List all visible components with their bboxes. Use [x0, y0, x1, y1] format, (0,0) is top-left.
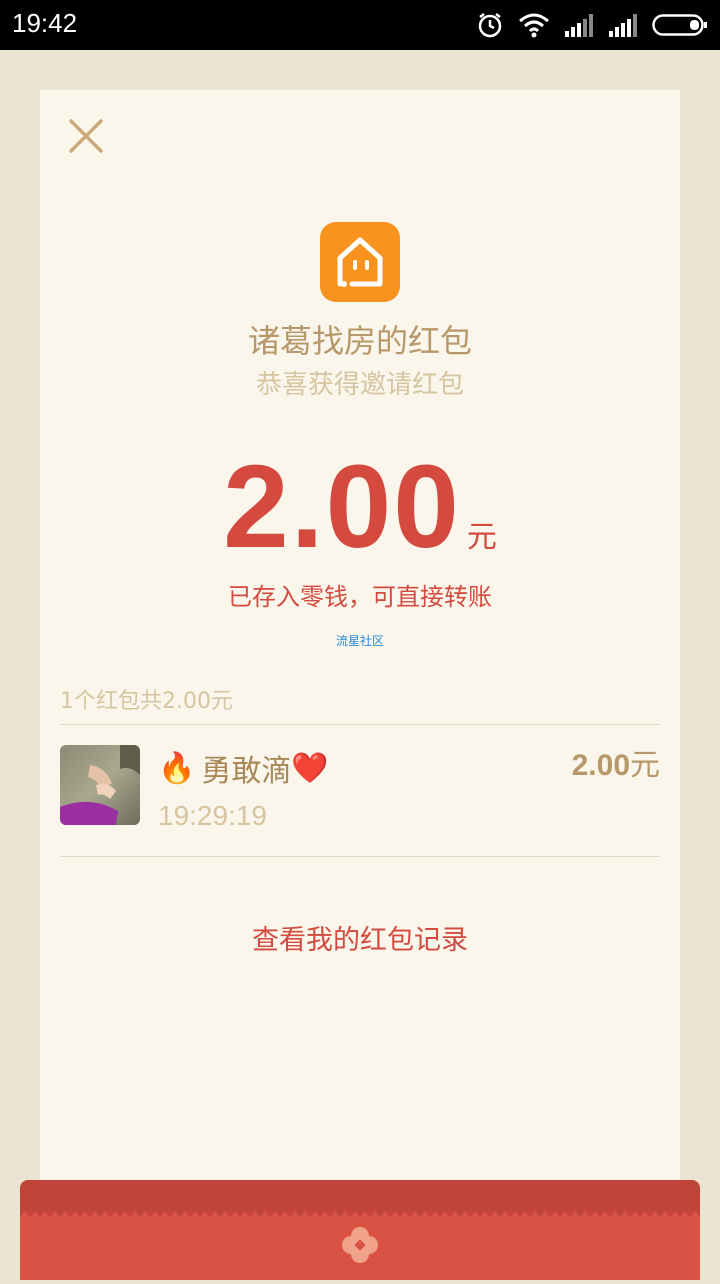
packet-title: 诸葛找房的红包 [247, 322, 472, 360]
watermark-text: 流星社区 [335, 634, 384, 648]
packet-subtitle: 恭喜获得邀请红包 [255, 370, 464, 400]
record-name-text: 勇敢滴 [201, 754, 292, 789]
status-bar: 19:42 [0, 0, 720, 50]
view-history-link[interactable]: 查看我的红包记录 [40, 918, 680, 957]
alarm-icon [476, 11, 504, 39]
heart-icon: ❤️ [291, 750, 329, 786]
divider [60, 724, 660, 725]
packet-summary: 1个红包共2.00元 [60, 689, 233, 714]
avatar[interactable] [60, 745, 140, 825]
wifi-icon [518, 12, 550, 38]
record-amount-value: 2.00 [571, 749, 630, 782]
app-logo [320, 222, 400, 302]
avatar-photo [60, 745, 140, 825]
divider [60, 856, 660, 857]
record-amount: 2.00元 [572, 740, 660, 784]
close-button[interactable] [68, 118, 104, 154]
signal-icon [564, 13, 594, 37]
amount-unit: 元 [466, 520, 497, 555]
envelope-front [20, 1205, 700, 1280]
signal-icon [608, 13, 638, 37]
status-icons [476, 10, 708, 40]
battery-icon [652, 13, 708, 37]
house-face-icon [337, 237, 383, 287]
record-amount-unit: 元 [630, 749, 660, 782]
stored-note: 已存入零钱，可直接转账 [228, 583, 492, 611]
amount-value: 2.00 [223, 441, 461, 573]
amount-display: 2.00 元 [40, 442, 680, 572]
record-name: 🔥 勇敢滴 ❤️ [158, 746, 329, 790]
close-icon [69, 119, 103, 153]
status-time: 19:42 [12, 8, 78, 38]
fire-icon: 🔥 [158, 750, 196, 786]
envelope-shape [20, 1211, 700, 1280]
red-packet-detail-card: 诸葛找房的红包 恭喜获得邀请红包 2.00 元 已存入零钱，可直接转账 流星社区 … [40, 90, 680, 1215]
record-time: 19:29:19 [158, 800, 267, 831]
